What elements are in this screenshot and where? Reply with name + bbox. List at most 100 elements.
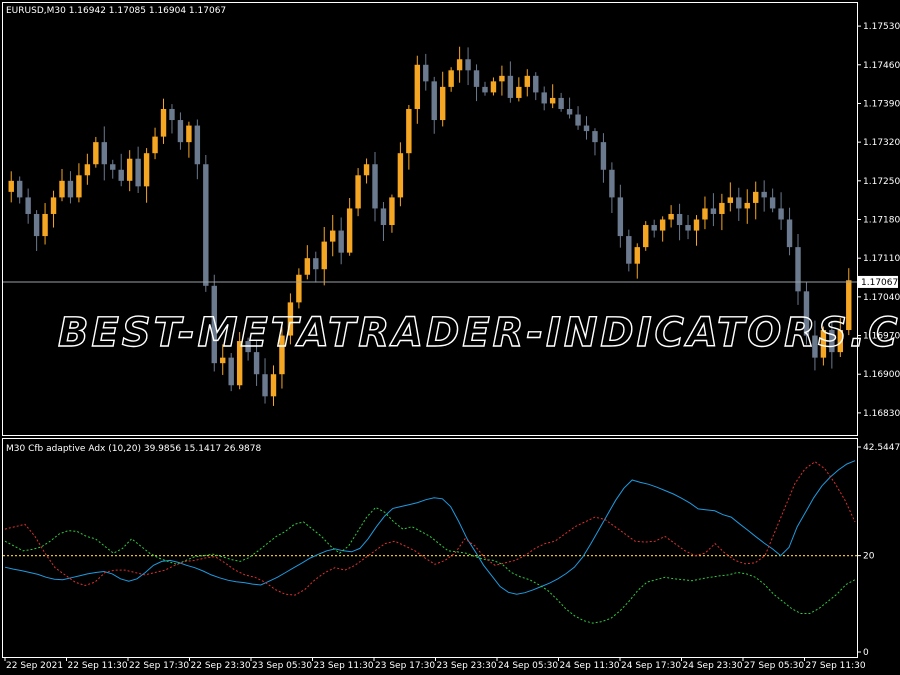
- candle-body: [76, 175, 82, 198]
- candle-body: [439, 86, 446, 121]
- x-tick-label: 23 Sep 11:30: [314, 661, 374, 671]
- candle-body: [516, 86, 522, 98]
- candle-body: [346, 208, 353, 253]
- candle-body: [313, 258, 319, 270]
- y-tick-label: 1.17040: [863, 293, 900, 303]
- candle-body: [575, 114, 581, 126]
- candle-body: [592, 131, 598, 143]
- candle-body: [143, 153, 150, 187]
- x-tick-label: 27 Sep 05:30: [744, 661, 804, 671]
- x-tick-label: 24 Sep 05:30: [498, 661, 558, 671]
- x-tick-label: 23 Sep 05:30: [252, 661, 312, 671]
- candle-body: [25, 197, 31, 214]
- y-tick-label: 1.16830: [863, 409, 900, 419]
- y-tick-label: 1.16900: [863, 370, 900, 380]
- candle-body: [389, 197, 395, 226]
- candle-body: [448, 70, 454, 87]
- x-tick-label: 24 Sep 11:30: [560, 661, 620, 671]
- candle-body: [59, 180, 65, 198]
- ind-y-tick-label: 20: [863, 552, 875, 562]
- candle-body: [465, 59, 471, 71]
- candle-body: [363, 164, 370, 176]
- y-tick-label: 1.17530: [863, 22, 900, 32]
- candle-body: [659, 219, 666, 231]
- candle-body: [431, 81, 437, 121]
- candle-body: [152, 136, 158, 154]
- candle-body: [643, 225, 649, 248]
- candle-body: [702, 208, 708, 220]
- candle-body: [566, 108, 573, 115]
- candle-body: [177, 120, 184, 143]
- candle-body: [8, 180, 14, 192]
- candle-body: [668, 213, 674, 220]
- candle-body: [778, 208, 784, 220]
- x-axis: 22 Sep 2021 22 Sep 11:30 22 Sep 17:30 22 Se…: [4, 657, 866, 671]
- candle-body: [719, 202, 725, 214]
- candle-body: [533, 75, 539, 93]
- candle-body: [634, 247, 640, 264]
- candle-body: [194, 125, 201, 165]
- x-tick-label: 22 Sep 11:30: [68, 661, 128, 671]
- candle-body: [727, 197, 734, 203]
- candle-body: [42, 213, 48, 237]
- candle-body: [330, 230, 336, 242]
- x-tick-label: 23 Sep 23:30: [437, 661, 497, 671]
- candle-body: [186, 125, 192, 143]
- candle-body: [524, 75, 530, 87]
- candle-body: [626, 236, 632, 264]
- candle-body: [160, 108, 167, 137]
- candle-body: [380, 208, 387, 226]
- main-chart-frame: [2, 2, 858, 436]
- candle-body: [583, 125, 590, 132]
- candle-body: [617, 197, 624, 237]
- candle-body: [676, 213, 683, 226]
- current-price-label: 1.17067: [861, 278, 898, 288]
- main-chart-header: EURUSD,M30 1.16942 1.17085 1.16904 1.170…: [6, 6, 226, 16]
- candle-body: [228, 357, 234, 386]
- chart-canvas: 1.17530 1.17460 1.17390 1.17320 1.17250 1.171…: [2, 2, 900, 671]
- candle-body: [126, 158, 133, 181]
- candle-body: [456, 59, 463, 71]
- candle-body: [270, 374, 277, 397]
- candle-body: [795, 247, 801, 292]
- candle-body: [220, 357, 226, 364]
- indicator-y-axis: 42.5447 20 0: [857, 443, 900, 658]
- watermark: BEST-METATRADER-INDICATORS.COM: [58, 310, 900, 356]
- candle-body: [541, 92, 547, 104]
- candle-body: [33, 213, 40, 237]
- y-tick-label: 1.17390: [863, 99, 900, 109]
- candle-body: [507, 75, 514, 98]
- candle-body: [304, 258, 311, 275]
- candle-body: [693, 219, 700, 231]
- candle-body: [355, 175, 361, 209]
- x-tick-label: 22 Sep 23:30: [191, 661, 251, 671]
- x-tick-label: 22 Sep 2021: [6, 661, 63, 671]
- candle-body: [609, 169, 615, 198]
- candle-body: [93, 142, 99, 165]
- candle-body: [600, 142, 607, 170]
- candle-body: [372, 164, 378, 209]
- candle-body: [769, 197, 776, 209]
- y-tick-label: 1.17110: [863, 254, 900, 264]
- candle-body: [414, 64, 421, 109]
- x-tick-label: 23 Sep 17:30: [375, 661, 435, 671]
- ind-y-tick-label: 0: [863, 648, 869, 658]
- candle-body: [423, 64, 429, 82]
- candle-body: [118, 169, 124, 181]
- candle-body: [50, 197, 57, 214]
- candle-body: [744, 202, 750, 209]
- candle-body: [406, 108, 412, 154]
- candle-body: [753, 191, 759, 203]
- y-tick-label: 1.17320: [863, 138, 900, 148]
- candle-body: [761, 191, 767, 198]
- indicator-frame: [2, 438, 858, 658]
- y-tick-label: 1.17180: [863, 216, 900, 226]
- candle-body: [262, 374, 268, 397]
- candle-body: [338, 230, 344, 253]
- candle-body: [473, 70, 480, 87]
- candle-body: [499, 75, 505, 82]
- main-y-axis: 1.17530 1.17460 1.17390 1.17320 1.17250 1.171…: [857, 22, 900, 419]
- candle-body: [84, 164, 91, 176]
- candle-body: [16, 180, 23, 198]
- ind-y-tick-label: 42.5447: [863, 443, 900, 453]
